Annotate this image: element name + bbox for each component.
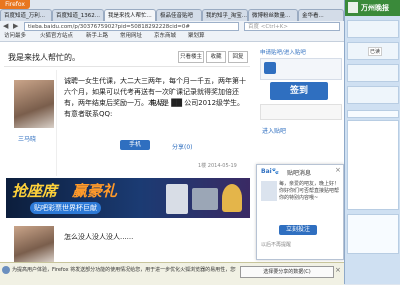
- banner-ad[interactable]: 抢座席 赢豪礼 贴吧彩票世界杯巨献: [6, 178, 250, 218]
- dont-remind-option[interactable]: 以后不再提醒: [261, 241, 291, 248]
- page-content: 我是来找人帮忙的。 只看楼主 收藏 回复 三马晓 诚聘一女生代课，大二大三两年，…: [0, 42, 344, 262]
- qq-chat-row-3[interactable]: [347, 64, 399, 82]
- banner-subtitle: 贴吧彩票世界杯巨献: [30, 202, 101, 214]
- info-icon: [2, 266, 10, 274]
- phone-label: 电话：1: [150, 99, 176, 107]
- tablet-prize-image: [192, 188, 218, 210]
- tab-3-active[interactable]: 我是来找人帮忙...: [104, 9, 156, 21]
- qq-avatar: [348, 2, 358, 13]
- popup-title: 贴吧消息: [287, 170, 312, 177]
- post-divider: [56, 70, 57, 176]
- share-button[interactable]: 分享(0): [172, 142, 193, 151]
- tieba-info-box: [260, 58, 342, 80]
- status-bar: 为提高用户体验，Firefox 将发送部分功能的使用情况给您，用于进一步优化火狐…: [0, 262, 344, 285]
- mobile-link-button[interactable]: 手机: [120, 140, 150, 150]
- choose-data-button[interactable]: 选择要分享的数据(C): [240, 266, 334, 278]
- only-author-button[interactable]: 只看楼主: [178, 51, 204, 63]
- tab-4[interactable]: 极品佳音贴吧: [156, 9, 202, 21]
- post2-body: 怎么没人没人没人......: [64, 233, 134, 241]
- divider: [4, 66, 250, 67]
- banner-title-2: 赢豪礼: [72, 182, 118, 200]
- trophy-image: [222, 184, 242, 212]
- popup-body: 每，亲爱的吧友，晚上好！你好你们可否帮直接贴吧帮你的特别内容哦~: [279, 181, 340, 201]
- qq-panel: 万州晚报 已读: [344, 0, 400, 284]
- sign-in-button[interactable]: 签到: [270, 82, 328, 100]
- reply-button[interactable]: 回复: [228, 51, 248, 63]
- tab-6[interactable]: 微博粉丝数量...: [248, 9, 298, 21]
- firefox-menu-button[interactable]: Firefox: [0, 0, 30, 9]
- tab-2[interactable]: 百度知道_1362...: [52, 9, 104, 21]
- share-count: (0): [184, 144, 193, 151]
- back-icon[interactable]: ◀: [3, 22, 8, 30]
- tab-7[interactable]: 金华看...: [298, 9, 344, 21]
- bookmarks-bar: 访问最多 火狐官方站点 新手上路 常用网址 京东商城 聚划算: [0, 32, 344, 42]
- qq-input-area[interactable]: [347, 214, 399, 254]
- popup-avatar: [261, 181, 277, 201]
- qq-name: 万州晚报: [361, 4, 389, 12]
- phone-prize-image: [166, 184, 188, 214]
- bookmark-3[interactable]: 新手上路: [86, 32, 108, 41]
- close-icon[interactable]: ×: [335, 266, 341, 274]
- sign-in-label: 签到: [289, 86, 308, 96]
- tab-1[interactable]: 百度知道_万利...: [0, 9, 52, 21]
- tieba-logo-icon: [264, 62, 276, 74]
- floor-info: 1楼 2014-05-19: [198, 163, 237, 169]
- bookmark-6[interactable]: 聚划算: [188, 32, 205, 41]
- avatar[interactable]: [14, 80, 54, 128]
- forward-icon[interactable]: ▶: [13, 22, 18, 30]
- search-input[interactable]: 百度 <Ctrl+K>: [244, 22, 340, 31]
- bookmark-5[interactable]: 京东商城: [154, 32, 176, 41]
- enter-tieba-link[interactable]: 进入贴吧: [262, 126, 286, 135]
- collect-button[interactable]: 收藏: [206, 51, 226, 63]
- qq-message-area[interactable]: [347, 120, 399, 210]
- qq-header: 万州晚报: [345, 0, 400, 16]
- apply-tieba-link[interactable]: 申请贴吧/进入贴吧: [260, 48, 306, 56]
- qq-toolbar[interactable]: [347, 110, 399, 118]
- avatar-2[interactable]: [14, 226, 54, 262]
- qq-status: 已读: [368, 47, 383, 56]
- bet-now-button[interactable]: 立刻投注: [279, 225, 317, 235]
- tieba-message-popup: Bai🐾 贴吧消息 × 每，亲爱的吧友，晚上好！你好你们可否帮直接贴吧帮你的特别…: [256, 164, 344, 260]
- popup-logo-icon: Bai🐾: [261, 168, 280, 175]
- bookmark-4[interactable]: 常用网址: [120, 32, 142, 41]
- sign-stats: [260, 104, 342, 120]
- thread-title: 我是来找人帮忙的。: [8, 53, 80, 62]
- search-placeholder: 百度 <Ctrl+K>: [248, 24, 288, 30]
- bookmark-2[interactable]: 火狐官方站点: [40, 32, 73, 41]
- url-bar[interactable]: tieba.baidu.com/p/3037675902?pid=5081829…: [24, 22, 239, 31]
- qq-chat-row-2[interactable]: 已读: [347, 42, 399, 60]
- close-icon[interactable]: ×: [335, 166, 341, 174]
- banner-title-1: 抢座席: [12, 182, 58, 200]
- share-label: 分享: [172, 144, 185, 151]
- qq-chat-row-4[interactable]: [347, 86, 399, 104]
- tab-5[interactable]: 我的知乎_淘宝...: [202, 9, 248, 21]
- username[interactable]: 三马晓: [18, 134, 36, 143]
- status-message: 为提高用户体验，Firefox 将发送部分功能的使用情况给您，用于进一步优化火狐…: [12, 267, 236, 273]
- bookmark-1[interactable]: 访问最多: [4, 32, 26, 41]
- qq-chat-row-1[interactable]: [347, 20, 399, 38]
